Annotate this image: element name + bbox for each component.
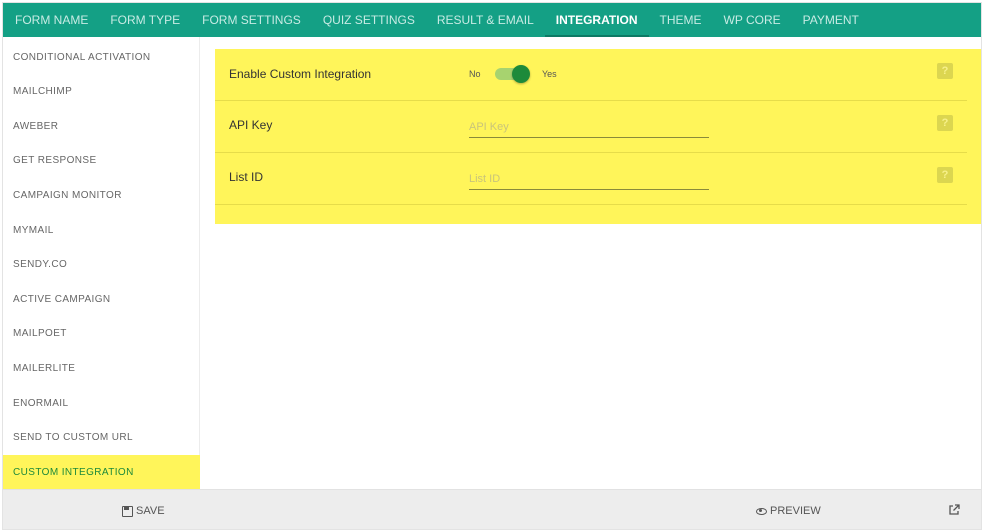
- sidebar-item-mailchimp[interactable]: MAILCHIMP: [3, 74, 200, 108]
- tab-integration[interactable]: INTEGRATION: [544, 3, 649, 37]
- enable-custom-integration-toggle[interactable]: [495, 65, 530, 83]
- preview-button[interactable]: PREVIEW: [756, 505, 821, 517]
- integration-settings-area: Enable Custom Integration No Yes ? API K…: [201, 37, 981, 489]
- external-link-icon[interactable]: [948, 504, 960, 516]
- toggle-knob[interactable]: [512, 65, 530, 83]
- enable-custom-integration-row: Enable Custom Integration No Yes ?: [215, 49, 967, 101]
- eye-icon: [756, 507, 767, 515]
- preview-button-label: PREVIEW: [770, 505, 821, 517]
- sidebar-item-enormail[interactable]: ENORMAIL: [3, 386, 200, 420]
- sidebar-item-campaign-monitor[interactable]: CAMPAIGN MONITOR: [3, 178, 200, 212]
- list-id-row: List ID ?: [215, 153, 967, 205]
- enable-custom-integration-label: Enable Custom Integration: [229, 67, 372, 81]
- help-icon[interactable]: ?: [937, 167, 953, 183]
- integration-sidebar: CONDITIONAL ACTIVATION MAILCHIMP AWEBER …: [3, 37, 200, 489]
- bottom-action-bar: SAVE PREVIEW: [3, 489, 981, 529]
- sidebar-item-active-campaign[interactable]: ACTIVE CAMPAIGN: [3, 282, 200, 316]
- api-key-row: API Key ?: [215, 101, 967, 153]
- sidebar-item-get-response[interactable]: GET RESPONSE: [3, 143, 200, 177]
- list-id-input[interactable]: [469, 168, 709, 190]
- sidebar-item-mailerlite[interactable]: MAILERLITE: [3, 351, 200, 385]
- list-id-label: List ID: [229, 170, 264, 184]
- tab-wp-core[interactable]: WP CORE: [713, 3, 792, 37]
- save-button-label: SAVE: [136, 505, 165, 517]
- tab-form-name[interactable]: FORM NAME: [4, 3, 99, 37]
- tab-theme[interactable]: THEME: [649, 3, 713, 37]
- toggle-on-label: Yes: [542, 69, 557, 79]
- sidebar-item-aweber[interactable]: AWEBER: [3, 109, 200, 143]
- tab-form-settings[interactable]: FORM SETTINGS: [191, 3, 312, 37]
- top-tab-bar: FORM NAME FORM TYPE FORM SETTINGS QUIZ S…: [3, 3, 981, 37]
- custom-integration-panel: Enable Custom Integration No Yes ? API K…: [215, 49, 981, 224]
- tab-form-type[interactable]: FORM TYPE: [99, 3, 191, 37]
- save-button[interactable]: SAVE: [122, 505, 165, 517]
- api-key-input[interactable]: [469, 116, 709, 138]
- sidebar-item-mymail[interactable]: MYMAIL: [3, 213, 200, 247]
- tab-payment[interactable]: PAYMENT: [792, 3, 870, 37]
- api-key-label: API Key: [229, 118, 273, 132]
- sidebar-item-send-to-custom-url[interactable]: SEND TO CUSTOM URL: [3, 420, 200, 454]
- sidebar-item-conditional-activation[interactable]: CONDITIONAL ACTIVATION: [3, 40, 200, 74]
- tab-result-email[interactable]: RESULT & EMAIL: [426, 3, 545, 37]
- toggle-off-label: No: [469, 69, 481, 79]
- help-icon[interactable]: ?: [937, 115, 953, 131]
- help-icon[interactable]: ?: [937, 63, 953, 79]
- save-icon: [122, 505, 133, 517]
- tab-quiz-settings[interactable]: QUIZ SETTINGS: [312, 3, 426, 37]
- form-builder-window: FORM NAME FORM TYPE FORM SETTINGS QUIZ S…: [2, 2, 982, 530]
- sidebar-item-sendy[interactable]: SENDY.CO: [3, 247, 200, 281]
- sidebar-item-mailpoet[interactable]: MAILPOET: [3, 316, 200, 350]
- sidebar-item-custom-integration[interactable]: CUSTOM INTEGRATION: [3, 455, 200, 489]
